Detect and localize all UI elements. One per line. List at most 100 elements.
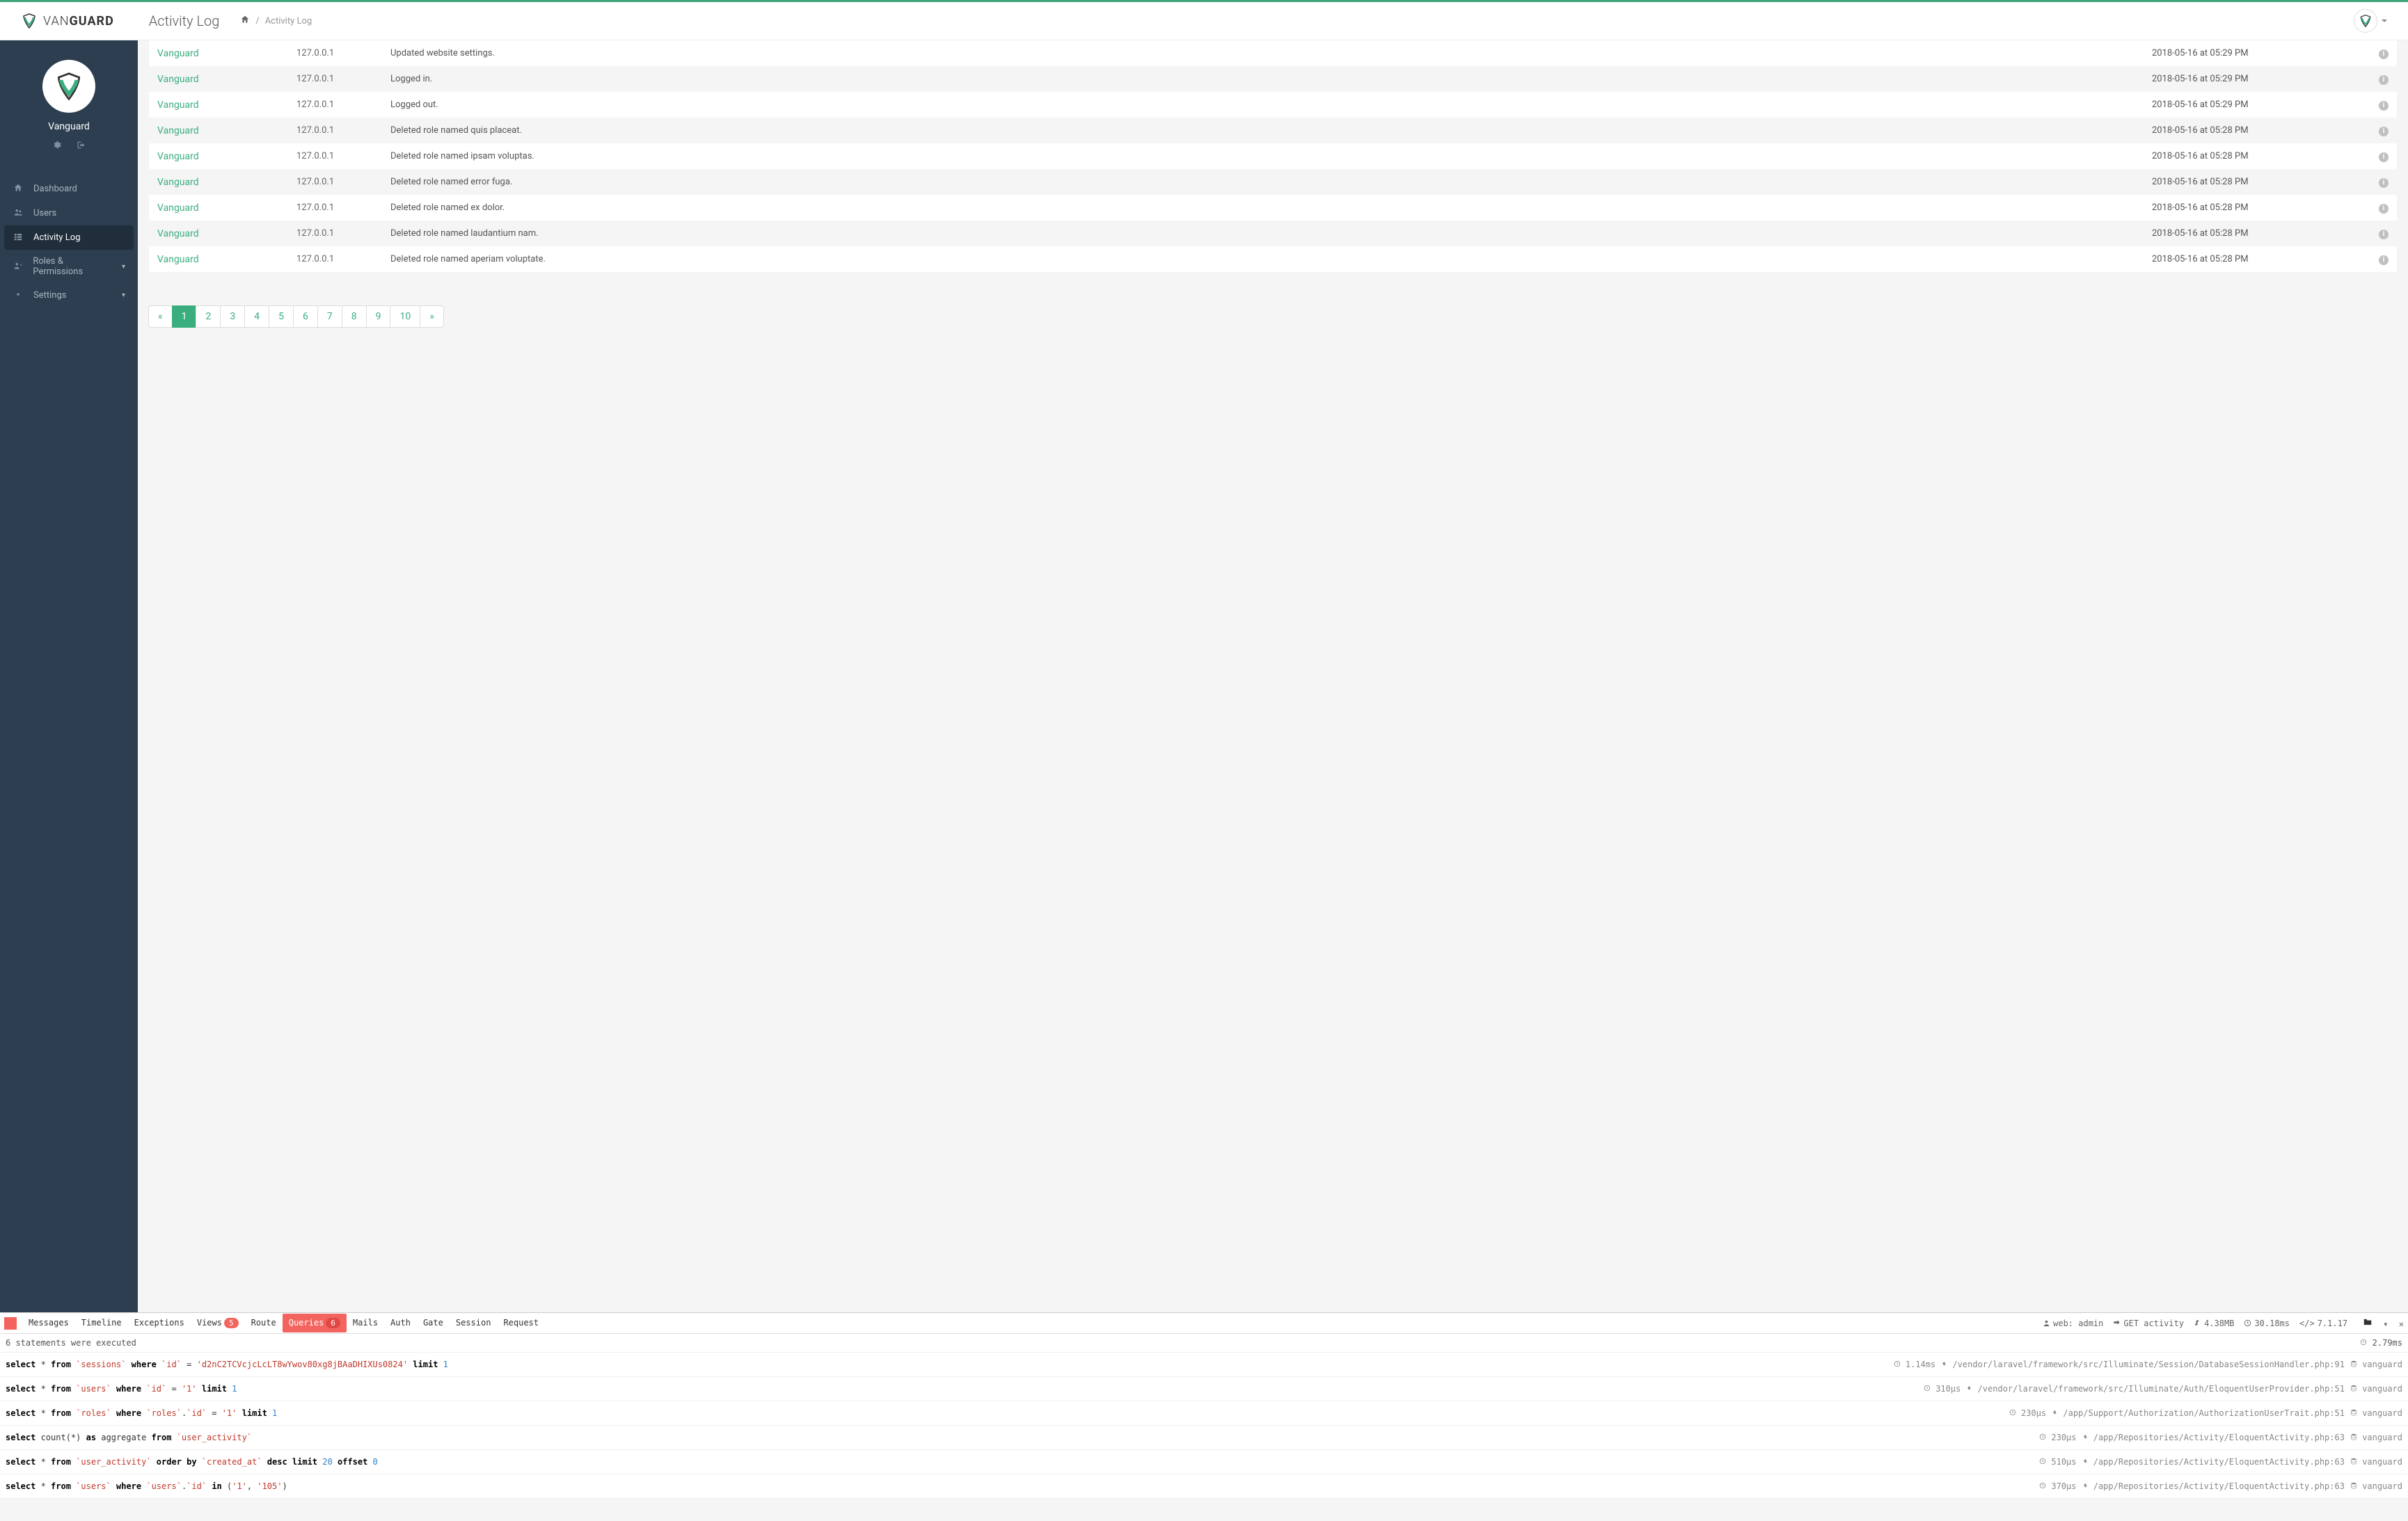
page-4[interactable]: 4 xyxy=(244,305,269,328)
page-7[interactable]: 7 xyxy=(317,305,342,328)
sql-text: select * from `users` where `id` = '1' l… xyxy=(6,1384,237,1394)
info-icon[interactable]: i xyxy=(2379,127,2389,136)
sql-query-row[interactable]: select count(*) as aggregate from `user_… xyxy=(0,1426,2408,1450)
info-icon[interactable]: i xyxy=(2379,101,2389,111)
sidebar-item-users[interactable]: Users xyxy=(0,201,138,225)
sql-query-row[interactable]: select * from `users` where `users`.`id`… xyxy=(0,1474,2408,1499)
ip-cell: 127.0.0.1 xyxy=(296,99,390,110)
time-cell: 2018-05-16 at 05:29 PM xyxy=(2152,48,2361,58)
shield-icon xyxy=(54,71,84,102)
chevron-down-icon: ▾ xyxy=(122,292,125,299)
sidebar-item-roles-permissions[interactable]: Roles & Permissions ▾ xyxy=(0,250,138,283)
user-link[interactable]: Vanguard xyxy=(157,125,199,136)
debug-tab-timeline[interactable]: Timeline xyxy=(75,1314,128,1332)
user-link[interactable]: Vanguard xyxy=(157,202,199,214)
debug-tab-session[interactable]: Session xyxy=(450,1314,498,1332)
table-row: Vanguard 127.0.0.1 Deleted role named er… xyxy=(149,169,2397,195)
home-icon[interactable] xyxy=(240,15,250,27)
debug-tab-views[interactable]: Views5 xyxy=(191,1314,245,1332)
close-icon[interactable]: ✕ xyxy=(2399,1319,2404,1329)
sql-meta: 1.14ms /vendor/laravel/framework/src/Ill… xyxy=(1894,1360,2402,1369)
page-5[interactable]: 5 xyxy=(269,305,294,328)
user-link[interactable]: Vanguard xyxy=(157,48,199,59)
page-prev[interactable]: « xyxy=(148,305,173,328)
debug-time: 30.18ms xyxy=(2244,1319,2290,1328)
sql-query-row[interactable]: select * from `users` where `id` = '1' l… xyxy=(0,1377,2408,1401)
debug-tab-gate[interactable]: Gate xyxy=(417,1314,450,1332)
info-icon[interactable]: i xyxy=(2379,255,2389,265)
ip-cell: 127.0.0.1 xyxy=(296,151,390,161)
page-next[interactable]: » xyxy=(420,305,444,328)
info-icon[interactable]: i xyxy=(2379,178,2389,188)
debugbar-logo-icon[interactable] xyxy=(4,1317,17,1330)
debug-tab-request[interactable]: Request xyxy=(497,1314,545,1332)
activity-table: Vanguard 127.0.0.1 Updated website setti… xyxy=(149,40,2397,272)
sidebar-item-settings[interactable]: Settings ▾ xyxy=(0,283,138,308)
sql-text: select * from `users` where `users`.`id`… xyxy=(6,1481,287,1491)
table-row: Vanguard 127.0.0.1 Logged out. 2018-05-1… xyxy=(149,92,2397,118)
sidebar-item-label: Roles & Permissions xyxy=(33,256,112,277)
sql-meta: 230µs /app/Support/Authorization/Authori… xyxy=(2009,1408,2402,1418)
page-6[interactable]: 6 xyxy=(293,305,318,328)
debug-summary: 6 statements were executed 2.79ms xyxy=(0,1334,2408,1353)
info-icon[interactable]: i xyxy=(2379,152,2389,162)
time-cell: 2018-05-16 at 05:28 PM xyxy=(2152,254,2361,264)
info-icon[interactable]: i xyxy=(2379,204,2389,214)
user-link[interactable]: Vanguard xyxy=(157,254,199,265)
user-link[interactable]: Vanguard xyxy=(157,228,199,239)
info-icon[interactable]: i xyxy=(2379,75,2389,85)
avatar[interactable] xyxy=(42,60,95,113)
debug-tab-queries[interactable]: Queries6 xyxy=(283,1314,347,1332)
page-2[interactable]: 2 xyxy=(196,305,221,328)
ip-cell: 127.0.0.1 xyxy=(296,228,390,239)
ip-cell: 127.0.0.1 xyxy=(296,125,390,136)
info-icon[interactable]: i xyxy=(2379,49,2389,59)
ip-cell: 127.0.0.1 xyxy=(296,74,390,84)
user-link[interactable]: Vanguard xyxy=(157,99,199,111)
header-user-menu[interactable] xyxy=(2354,9,2387,33)
brand-text: VANGUARD xyxy=(43,14,114,29)
debug-tab-route[interactable]: Route xyxy=(245,1314,283,1332)
table-row: Vanguard 127.0.0.1 Deleted role named ip… xyxy=(149,143,2397,169)
time-cell: 2018-05-16 at 05:28 PM xyxy=(2152,151,2361,161)
page-9[interactable]: 9 xyxy=(366,305,391,328)
page-8[interactable]: 8 xyxy=(342,305,367,328)
sidebar-item-dashboard[interactable]: Dashboard xyxy=(0,177,138,201)
ip-cell: 127.0.0.1 xyxy=(296,177,390,187)
debug-user[interactable]: web: admin xyxy=(2043,1319,2103,1328)
page-1[interactable]: 1 xyxy=(172,305,197,328)
minimize-icon[interactable]: ▾ xyxy=(2383,1319,2388,1329)
sidebar-username: Vanguard xyxy=(0,121,138,132)
sidebar-item-label: Users xyxy=(33,208,56,218)
brand[interactable]: VANGUARD xyxy=(21,13,114,29)
debug-tab-mails[interactable]: Mails xyxy=(347,1314,384,1332)
info-icon[interactable]: i xyxy=(2379,230,2389,239)
user-link[interactable]: Vanguard xyxy=(157,151,199,162)
folder-icon[interactable] xyxy=(2363,1319,2377,1329)
message-cell: Deleted role named aperiam voluptate. xyxy=(390,254,2152,264)
sql-query-row[interactable]: select * from `user_activity` order by `… xyxy=(0,1450,2408,1474)
header: VANGUARD Activity Log / Activity Log xyxy=(0,2,2408,40)
page-title: Activity Log xyxy=(149,13,220,29)
pagination: «12345678910» xyxy=(149,305,2397,328)
time-cell: 2018-05-16 at 05:29 PM xyxy=(2152,99,2361,110)
debug-tab-exceptions[interactable]: Exceptions xyxy=(128,1314,191,1332)
debug-tab-messages[interactable]: Messages xyxy=(22,1314,75,1332)
user-link[interactable]: Vanguard xyxy=(157,74,199,85)
user-link[interactable]: Vanguard xyxy=(157,177,199,188)
sql-meta: 510µs /app/Repositories/Activity/Eloquen… xyxy=(2039,1457,2402,1467)
nav-icon xyxy=(13,183,24,195)
sql-query-row[interactable]: select * from `sessions` where `id` = 'd… xyxy=(0,1353,2408,1377)
debug-version: </> 7.1.17 xyxy=(2299,1319,2347,1328)
logout-icon[interactable] xyxy=(77,141,86,152)
sidebar-item-label: Dashboard xyxy=(33,184,77,194)
page-10[interactable]: 10 xyxy=(390,305,420,328)
message-cell: Deleted role named ex dolor. xyxy=(390,202,2152,213)
page-3[interactable]: 3 xyxy=(220,305,245,328)
debug-route[interactable]: GET activity xyxy=(2113,1319,2184,1328)
gear-icon[interactable] xyxy=(52,141,61,152)
sidebar-item-activity-log[interactable]: Activity Log xyxy=(4,225,134,250)
debug-tab-auth[interactable]: Auth xyxy=(384,1314,417,1332)
sql-query-row[interactable]: select * from `roles` where `roles`.`id`… xyxy=(0,1401,2408,1426)
debug-summary-total: 2.79ms xyxy=(2360,1338,2402,1348)
